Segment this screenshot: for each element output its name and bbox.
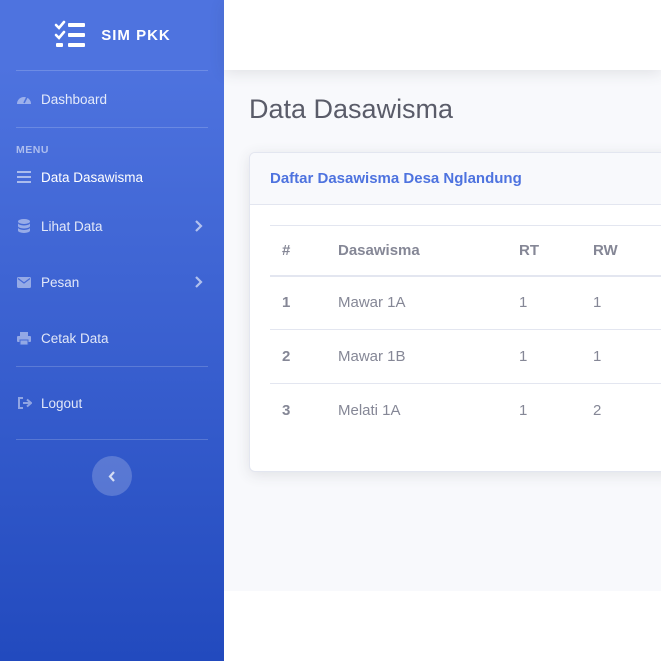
card-body: # Dasawisma RT RW 1 Mawar 1A 1 1 2 Mawar… [250,205,661,438]
brand-name: SIM PKK [101,26,171,44]
sign-out-icon [16,395,32,411]
column-header: Dasawisma [338,225,519,277]
sidebar-item-dashboard[interactable]: Dashboard [0,71,224,127]
sidebar-item-lihat-data[interactable]: Lihat Data [0,198,224,254]
table-row: 3 Melati 1A 1 2 [270,384,661,438]
sidebar-toggle-button[interactable] [92,456,132,496]
table-cell: 1 [593,275,661,330]
tasks-icon [54,20,86,47]
page-title: Data Dasawisma [249,94,454,124]
column-header: # [270,225,338,277]
sidebar-item-cetak-data[interactable]: Cetak Data [0,310,224,366]
sidebar-item-label: Pesan [41,274,80,290]
chevron-left-icon [108,470,115,482]
table-header-row: # Dasawisma RT RW [270,225,661,277]
database-icon [16,218,32,234]
table-cell: 2 [270,329,338,384]
brand-link[interactable]: SIM PKK [0,0,224,70]
table-cell: 1 [519,402,528,420]
table-cell: Melati 1A [338,402,401,420]
list-icon [16,169,32,185]
table-row: 2 Mawar 1B 1 1 [270,329,661,384]
table-cell: Mawar 1B [338,329,519,384]
data-card: Daftar Dasawisma Desa Nglandung # Dasawi… [249,152,661,472]
sidebar-heading: MENU [16,144,49,156]
table-cell: 3 [282,402,291,420]
column-header: RT [519,225,593,277]
sidebar-item-label: Cetak Data [41,330,109,346]
sidebar-toggle-wrap [0,456,224,496]
table-cell: 1 [519,329,593,384]
table-cell: Mawar 1A [338,275,519,330]
sidebar-item-label: Data Dasawisma [41,169,144,185]
topbar [224,0,661,70]
sidebar: SIM PKK Dashboard MENU Data Dasawisma Li… [0,0,224,661]
chevron-right-icon [195,276,203,288]
sidebar-item-label: Dashboard [41,91,108,107]
sidebar-item-logout[interactable]: Logout [0,367,224,439]
tachometer-icon [16,91,32,107]
table-cell: 1 [519,275,593,330]
sidebar-item-label: Lihat Data [41,218,103,234]
dasawisma-table: # Dasawisma RT RW 1 Mawar 1A 1 1 2 Mawar… [270,225,661,438]
column-header: RW [593,225,661,277]
table-cell: 2 [593,402,602,420]
chevron-right-icon [195,220,203,232]
table-cell: 1 [270,275,338,330]
sidebar-item-label: Logout [41,395,83,411]
card-title: Daftar Dasawisma Desa Nglandung [250,153,661,205]
print-icon [16,330,32,346]
sidebar-divider [16,439,208,440]
envelope-icon [16,274,32,290]
sidebar-item-data-dasawisma[interactable]: Data Dasawisma [0,156,224,198]
table-row: 1 Mawar 1A 1 1 [270,275,661,330]
sidebar-item-pesan[interactable]: Pesan [0,254,224,310]
table-cell: 1 [593,329,661,384]
main-content: Data Dasawisma Daftar Dasawisma Desa Ngl… [224,70,661,591]
